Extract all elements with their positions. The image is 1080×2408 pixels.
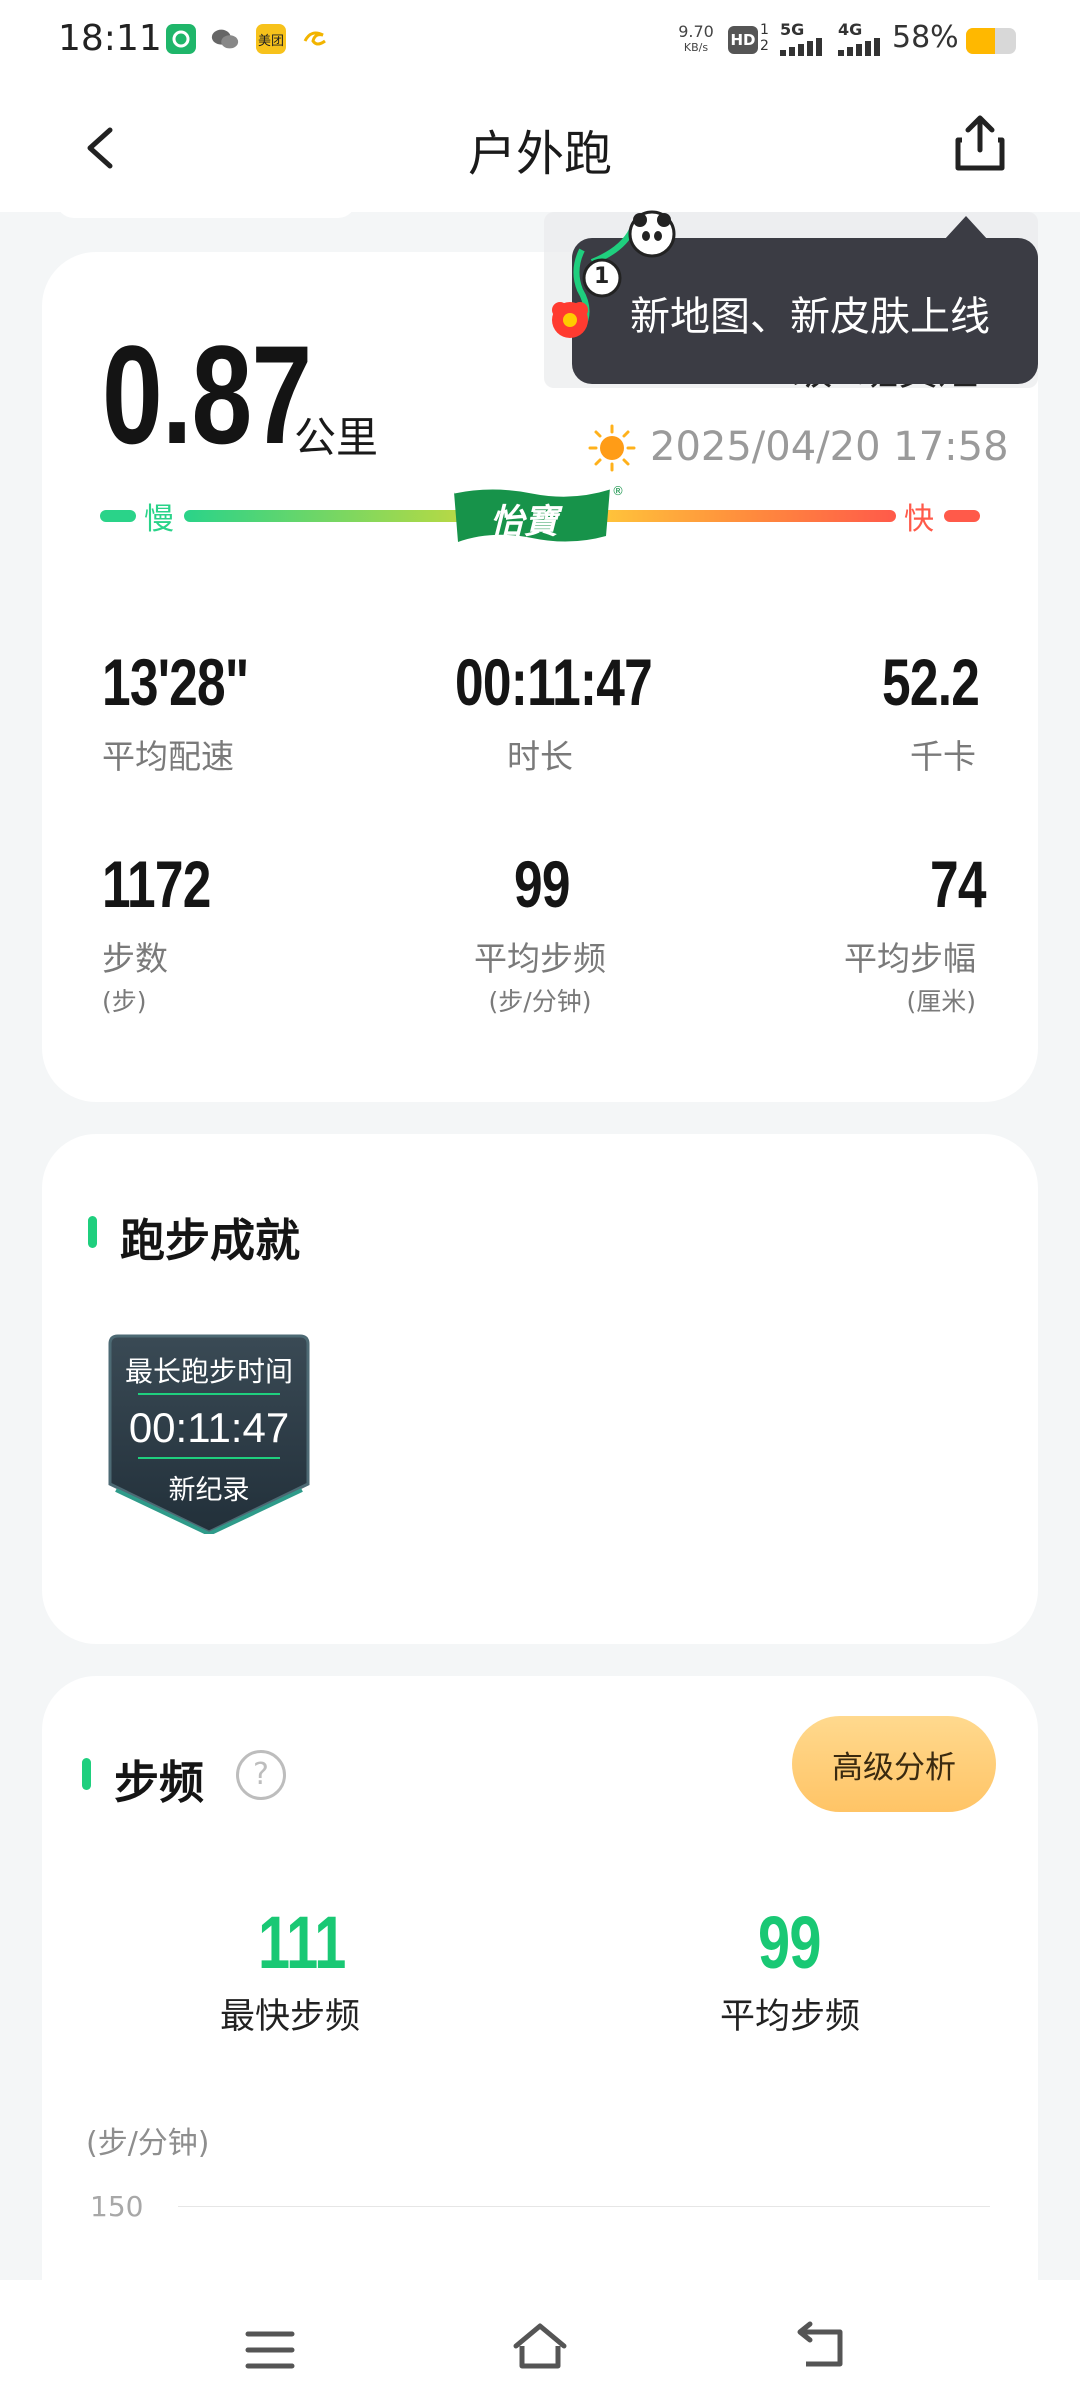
signal-5g-icon: 5G — [780, 22, 826, 60]
system-nav-bar — [0, 2280, 1080, 2408]
distance-number: 0.87 — [102, 316, 312, 473]
status-bar: 18:11 美团 9.70 KB/s HD 1 2 5G 4G 58% — [0, 0, 1080, 84]
badge-title: 最长跑步时间 — [124, 1355, 293, 1388]
advanced-analysis-label: 高级分析 — [832, 1749, 956, 1786]
run-datetime: 2025/04/20 17:58 — [650, 424, 1009, 470]
help-icon-glyph: ? — [253, 1757, 269, 1792]
pace-fast-label: 快 — [904, 502, 934, 537]
steps-unit: (步) — [102, 987, 147, 1016]
wechat-icon — [210, 24, 240, 54]
share-button[interactable] — [948, 112, 1012, 176]
cadence-section-marker — [82, 1758, 91, 1790]
calories-label: 千卡 — [910, 737, 976, 776]
brand-logo-text: 怡寶 — [490, 502, 558, 542]
avg-cadence-value: 99 — [514, 847, 570, 921]
distance-unit: 公里 — [294, 413, 379, 462]
battery-icon — [966, 28, 1016, 54]
net-speed-unit: KB/s — [683, 41, 709, 54]
meituan-icon: 美团 — [256, 24, 286, 54]
chart-unit-label: (步/分钟) — [86, 2126, 210, 2161]
avg-pace-label: 平均配速 — [102, 737, 234, 776]
achievement-section-marker — [88, 1216, 97, 1248]
meituan-icon-label: 美团 — [257, 33, 284, 49]
fastest-cadence-value: 111 — [258, 1901, 346, 1984]
share-icon — [955, 115, 1005, 171]
sim-indicator: 1 2 — [760, 22, 769, 54]
avg-cadence-stat-label: 平均步频 — [719, 1997, 860, 2037]
back-system-button[interactable] — [792, 2318, 854, 2380]
help-icon[interactable]: ? — [236, 1750, 286, 1800]
pace-bar-slow-cap — [100, 510, 136, 522]
hd-label: HD — [730, 31, 756, 49]
nav-bar: 户外跑 — [0, 84, 1080, 212]
net-speed: 9.70 KB/s — [676, 24, 716, 56]
duration-value: 00:11:47 — [455, 645, 653, 719]
avg-stride-value: 74 — [930, 847, 986, 921]
fastest-cadence: 111 — [258, 1900, 370, 1985]
avg-cadence-label: 平均步频 — [474, 939, 606, 978]
fastest-cadence-label: 最快步频 — [219, 1997, 360, 2037]
stat-calories-value: 52.2 — [882, 644, 1006, 720]
achievement-title: 跑步成就 — [120, 1214, 301, 1267]
longest-run-badge[interactable]: 最长跑步时间 00:11:47 新纪录 — [108, 1334, 310, 1534]
stat-stride-value: 74 — [930, 846, 1001, 922]
avg-stride-label: 平均步幅 — [844, 939, 976, 978]
signal-5g-label: 5G — [780, 20, 805, 39]
stat-pace-value: 13'28" — [102, 644, 290, 720]
avg-stride-unit: (厘米) — [906, 987, 976, 1016]
badge-tag: 新纪录 — [168, 1475, 250, 1506]
sun-icon — [588, 424, 636, 472]
menu-icon — [245, 2331, 295, 2369]
stat-cadence-value: 99 — [514, 846, 585, 922]
map-route-mascot-icon: 1 — [542, 210, 692, 350]
home-icon — [513, 2323, 567, 2369]
cadence-title: 步频 — [114, 1756, 205, 1809]
avg-pace-value: 13'28" — [102, 645, 249, 719]
return-icon — [797, 2321, 843, 2367]
calories-value: 52.2 — [882, 645, 980, 719]
signal-4g-icon: 4G — [838, 22, 884, 60]
pace-bar-fast-cap — [944, 510, 980, 522]
home-button[interactable] — [508, 2316, 572, 2380]
advanced-analysis-button[interactable]: 高级分析 — [792, 1716, 996, 1812]
map-remnant — [56, 200, 356, 218]
steps-value: 1172 — [102, 847, 211, 921]
chart-tick-150: 150 — [90, 2190, 144, 2223]
signal-4g-label: 4G — [838, 20, 863, 39]
stat-duration-value: 00:11:47 — [455, 644, 708, 720]
swirl-app-icon — [300, 24, 330, 54]
avg-cadence-chart-stat: 99 — [758, 1900, 838, 1985]
steps-label: 步数 — [102, 939, 168, 978]
battery-percent: 58% — [892, 20, 959, 55]
sim2: 2 — [760, 38, 769, 54]
duration-label: 时长 — [507, 737, 573, 776]
chart-gridline — [178, 2206, 990, 2207]
sim1: 1 — [760, 22, 769, 38]
app-notification-icon — [166, 24, 196, 54]
pace-slow-label: 慢 — [144, 502, 174, 537]
hd-icon: HD — [728, 26, 758, 54]
stat-steps-value: 1172 — [102, 846, 241, 922]
brand-logo: 怡寶 ® — [452, 484, 624, 546]
avg-cadence-stat-value: 99 — [758, 1901, 821, 1984]
menu-button[interactable] — [240, 2320, 300, 2380]
route-marker-number: 1 — [594, 264, 610, 289]
page-title: 户外跑 — [467, 126, 612, 182]
status-time: 18:11 — [58, 18, 162, 59]
net-speed-value: 9.70 — [678, 22, 714, 41]
avg-cadence-unit: (步/分钟) — [488, 987, 592, 1016]
badge-value: 00:11:47 — [128, 1404, 290, 1451]
